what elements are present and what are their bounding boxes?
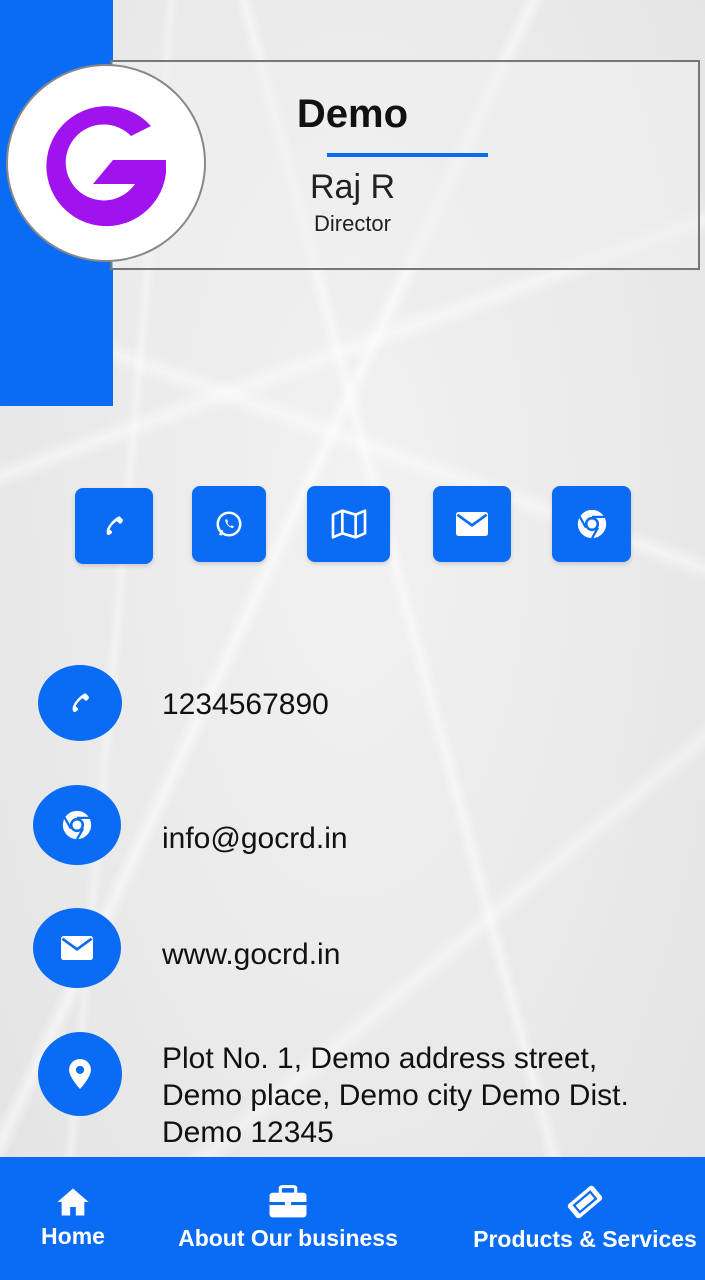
email-address[interactable]: info@gocrd.in <box>162 822 348 856</box>
briefcase-icon <box>269 1185 307 1218</box>
nav-products[interactable]: Products & Services <box>465 1157 705 1280</box>
website-button[interactable] <box>552 486 631 562</box>
phone-icon <box>106 516 123 536</box>
website-circle-button[interactable] <box>33 908 121 988</box>
mail-icon <box>456 512 488 536</box>
map-button[interactable] <box>307 486 390 562</box>
home-icon <box>57 1188 89 1216</box>
location-pin-icon <box>69 1059 91 1089</box>
nav-about[interactable]: About Our business <box>166 1157 410 1280</box>
nav-home-label: Home <box>41 1223 105 1249</box>
nav-products-label: Products & Services <box>473 1226 697 1252</box>
mail-icon <box>61 936 93 960</box>
address-text[interactable]: Plot No. 1, Demo address street, Demo pl… <box>162 1040 682 1151</box>
phone-circle-button[interactable] <box>38 665 122 741</box>
chrome-icon <box>577 509 606 539</box>
address-circle-button[interactable] <box>38 1032 122 1116</box>
company-logo <box>6 64 206 262</box>
chrome-icon <box>62 810 92 840</box>
call-button[interactable] <box>75 488 153 564</box>
email-circle-button[interactable] <box>33 785 121 865</box>
whatsapp-icon <box>216 511 242 537</box>
whatsapp-button[interactable] <box>192 486 266 562</box>
g-logo-icon <box>46 106 166 227</box>
phone-icon <box>72 693 89 713</box>
email-button[interactable] <box>433 486 511 562</box>
phone-number[interactable]: 1234567890 <box>162 688 329 722</box>
map-icon <box>331 509 366 539</box>
nav-home[interactable]: Home <box>32 1157 114 1280</box>
bottom-navigation: Home About Our business Products & Servi… <box>0 1157 705 1280</box>
nav-about-label: About Our business <box>178 1225 398 1251</box>
title-underline <box>327 153 488 157</box>
ticket-icon <box>567 1185 603 1219</box>
website-url[interactable]: www.gocrd.in <box>162 938 340 972</box>
